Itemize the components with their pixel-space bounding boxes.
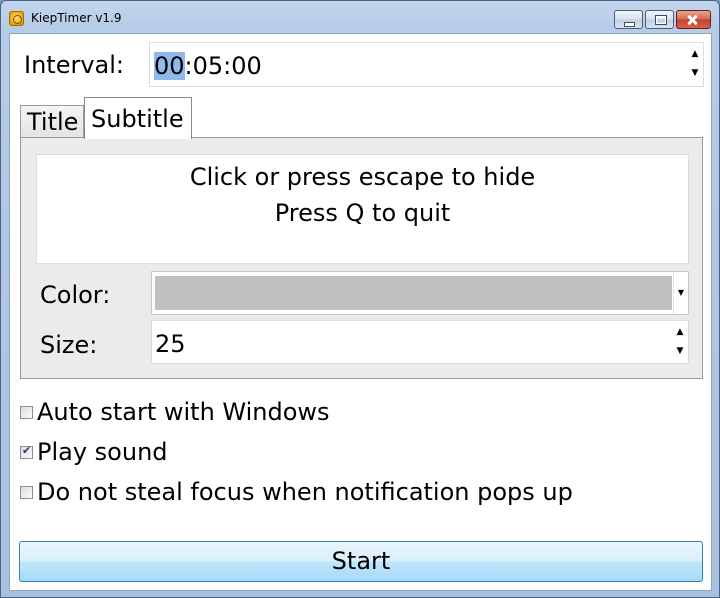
tab-panel: Click or press escape to hide Press Q to… bbox=[20, 137, 703, 379]
interval-label: Interval: bbox=[24, 51, 124, 79]
tab-title[interactable]: Title bbox=[20, 105, 84, 138]
start-button[interactable]: Start bbox=[19, 541, 703, 582]
color-label: Color: bbox=[40, 281, 111, 309]
interval-hours-selected[interactable]: 00 bbox=[154, 52, 185, 80]
no-steal-focus-checkbox[interactable] bbox=[20, 486, 33, 499]
subtitle-preview[interactable]: Click or press escape to hide Press Q to… bbox=[36, 154, 689, 264]
maximize-button[interactable] bbox=[645, 10, 674, 29]
spin-up-icon[interactable]: ▲ bbox=[675, 327, 685, 337]
tab-subtitle[interactable]: Subtitle bbox=[84, 97, 192, 139]
interval-value[interactable]: 00:05:00 bbox=[154, 52, 262, 80]
preview-line-1: Click or press escape to hide bbox=[189, 163, 536, 191]
window-title: KiepTimer v1.9 bbox=[31, 11, 122, 25]
size-label: Size: bbox=[40, 331, 98, 359]
preview-line-2: Press Q to quit bbox=[274, 199, 451, 227]
close-button[interactable] bbox=[676, 10, 711, 29]
timer-icon bbox=[9, 11, 24, 26]
interval-time-picker[interactable]: 00:05:00 ▲ ▼ bbox=[149, 42, 704, 87]
spin-down-icon[interactable]: ▼ bbox=[690, 68, 700, 78]
play-sound-checkbox[interactable] bbox=[20, 444, 33, 459]
no-steal-focus-label[interactable]: Do not steal focus when notification pop… bbox=[37, 478, 573, 506]
auto-start-checkbox[interactable] bbox=[20, 406, 33, 419]
spin-down-icon[interactable]: ▼ bbox=[675, 346, 685, 356]
color-dropdown[interactable]: ▼ bbox=[151, 271, 689, 315]
title-bar[interactable]: KiepTimer v1.9 bbox=[1, 1, 719, 35]
size-value[interactable]: 25 bbox=[155, 330, 186, 358]
tab-strip: Title Subtitle bbox=[20, 97, 700, 139]
color-swatch[interactable] bbox=[155, 276, 672, 310]
chevron-down-icon[interactable]: ▼ bbox=[673, 272, 688, 314]
client-area: Interval: 00:05:00 ▲ ▼ Title Subtitle Cl… bbox=[9, 33, 712, 591]
spin-up-icon[interactable]: ▲ bbox=[690, 49, 700, 59]
window-frame: KiepTimer v1.9 Interval: 00:05:00 ▲ ▼ Ti… bbox=[0, 0, 720, 598]
auto-start-label[interactable]: Auto start with Windows bbox=[37, 398, 330, 426]
play-sound-label[interactable]: Play sound bbox=[37, 438, 168, 466]
interval-minutes-seconds[interactable]: :05:00 bbox=[185, 52, 262, 80]
size-stepper[interactable]: 25 ▲ ▼ bbox=[151, 320, 689, 364]
minimize-button[interactable] bbox=[614, 10, 643, 29]
